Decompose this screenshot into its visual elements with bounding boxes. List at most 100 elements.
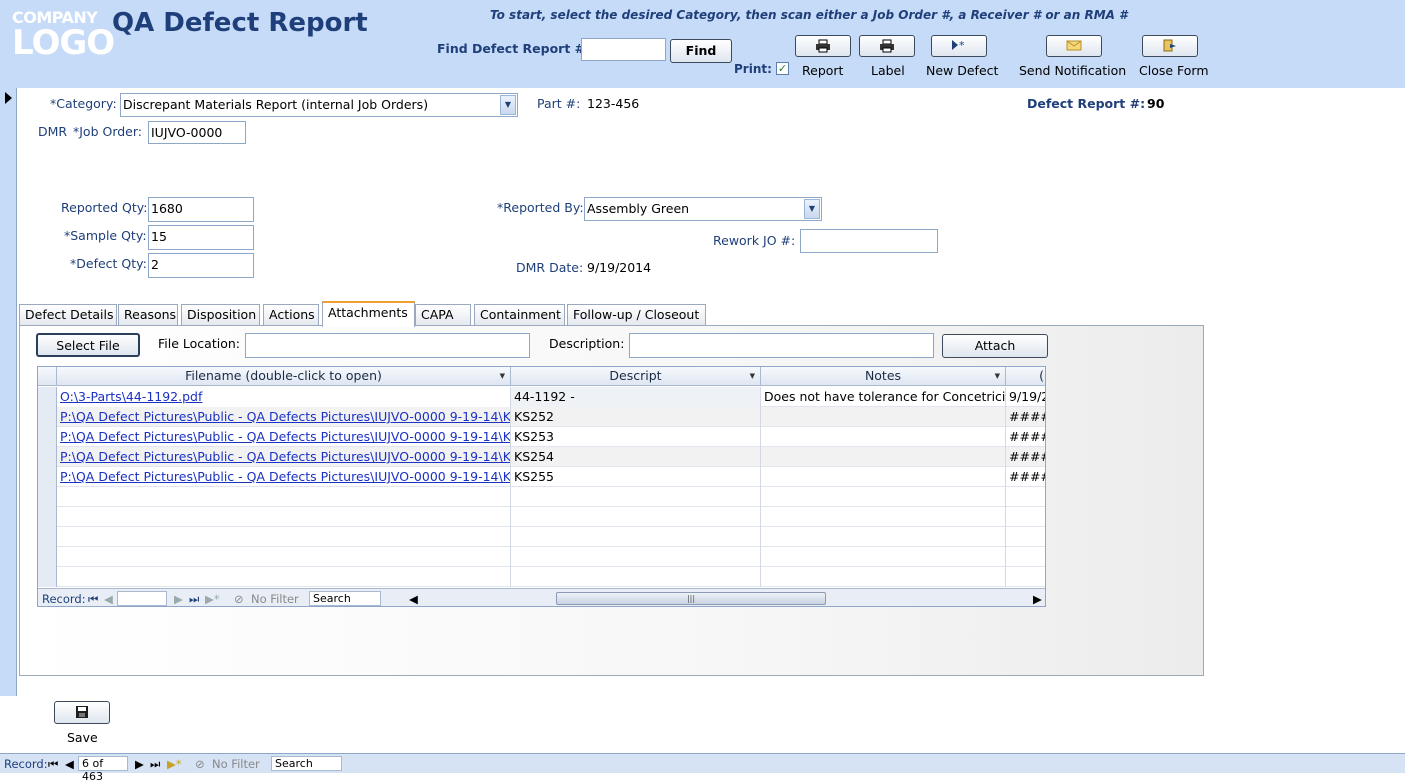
empty-cell xyxy=(761,567,1006,587)
descript-cell[interactable]: KS254 xyxy=(511,447,761,467)
printer-icon xyxy=(816,39,830,53)
filename-cell[interactable]: P:\QA Defect Pictures\Public - QA Defect… xyxy=(57,427,511,447)
record-number-input[interactable] xyxy=(117,591,167,606)
new-record-icon[interactable]: ▶* xyxy=(205,592,220,606)
horizontal-scrollbar-thumb[interactable]: ||| xyxy=(556,592,826,605)
sort-dropdown-icon[interactable]: ▼ xyxy=(995,367,1000,385)
filter-icon[interactable]: ⊘ xyxy=(195,757,205,771)
table-row[interactable]: P:\QA Defect Pictures\Public - QA Defect… xyxy=(38,407,1045,427)
next-record-icon[interactable]: ▶ xyxy=(174,592,183,606)
table-row[interactable]: P:\QA Defect Pictures\Public - QA Defect… xyxy=(38,467,1045,487)
date-cell[interactable]: ##### xyxy=(1006,447,1045,467)
new-defect-button[interactable]: * xyxy=(931,35,987,57)
sample-qty-input[interactable]: 15 xyxy=(148,225,254,250)
rework-jo-input[interactable] xyxy=(800,229,938,253)
filename-cell[interactable]: O:\3-Parts\44-1192.pdf xyxy=(57,387,511,407)
defect-qty-input[interactable]: 2 xyxy=(148,253,254,278)
table-row[interactable]: O:\3-Parts\44-1192.pdf 44-1192 - Does no… xyxy=(38,387,1045,407)
category-dropdown[interactable]: Discrepant Materials Report (internal Jo… xyxy=(120,93,518,117)
previous-record-icon[interactable]: ◀ xyxy=(104,592,113,606)
row-selector[interactable] xyxy=(38,467,57,487)
find-defect-input[interactable] xyxy=(581,38,666,61)
table-row[interactable]: P:\QA Defect Pictures\Public - QA Defect… xyxy=(38,447,1045,467)
last-record-icon[interactable]: ⏭ xyxy=(150,757,160,772)
row-selector[interactable] xyxy=(38,427,57,447)
notes-cell[interactable] xyxy=(761,427,1006,447)
last-record-icon[interactable]: ⏭ xyxy=(189,592,199,606)
chevron-down-icon[interactable]: ▼ xyxy=(804,199,820,219)
first-record-icon[interactable]: ⏮ xyxy=(48,757,58,772)
first-record-icon[interactable]: ⏮ xyxy=(88,592,98,606)
column-header-notes[interactable]: Notes ▼ xyxy=(761,367,1006,386)
reported-qty-input[interactable]: 1680 xyxy=(148,197,254,222)
record-selector[interactable] xyxy=(0,88,17,696)
reported-by-value: Assembly Green xyxy=(587,201,690,216)
scroll-right-icon[interactable]: ▶ xyxy=(1033,592,1042,606)
filename-cell[interactable]: P:\QA Defect Pictures\Public - QA Defect… xyxy=(57,447,511,467)
descript-cell[interactable]: KS252 xyxy=(511,407,761,427)
file-location-input[interactable] xyxy=(245,333,530,358)
new-record-icon[interactable]: ▶* xyxy=(167,757,182,771)
record-number-input[interactable]: 6 of 463 xyxy=(78,756,128,783)
svg-text:*: * xyxy=(959,39,965,51)
reported-by-dropdown[interactable]: Assembly Green ▼ xyxy=(584,197,822,221)
date-cell[interactable]: ##### xyxy=(1006,407,1045,427)
row-selector[interactable] xyxy=(38,407,57,427)
date-cell[interactable]: ##### xyxy=(1006,467,1045,487)
close-form-button[interactable] xyxy=(1142,35,1198,57)
row-selector[interactable] xyxy=(38,447,57,467)
descript-cell[interactable]: KS255 xyxy=(511,467,761,487)
filename-cell[interactable]: P:\QA Defect Pictures\Public - QA Defect… xyxy=(57,467,511,487)
job-order-input[interactable]: IUJVO-0000 xyxy=(148,121,246,144)
filename-cell[interactable]: P:\QA Defect Pictures\Public - QA Defect… xyxy=(57,407,511,427)
notes-cell[interactable] xyxy=(761,467,1006,487)
tab-containment[interactable]: Containment xyxy=(474,304,565,326)
column-header-descript[interactable]: Descript ▼ xyxy=(511,367,761,386)
column-header-filename[interactable]: Filename (double-click to open) ▼ xyxy=(57,367,511,386)
tab-disposition[interactable]: Disposition xyxy=(181,304,260,326)
table-row[interactable]: P:\QA Defect Pictures\Public - QA Defect… xyxy=(38,427,1045,447)
descript-cell[interactable]: KS253 xyxy=(511,427,761,447)
no-filter-label[interactable]: No Filter xyxy=(251,592,299,606)
select-all-cell[interactable] xyxy=(38,367,57,386)
grid-search-input[interactable]: Search xyxy=(309,591,381,606)
column-header-date[interactable]: ( xyxy=(1006,367,1045,386)
find-button[interactable]: Find xyxy=(670,39,732,63)
empty-cell xyxy=(761,547,1006,567)
tab-attachments[interactable]: Attachments xyxy=(322,301,415,327)
empty-row xyxy=(38,547,1045,567)
filter-icon[interactable]: ⊘ xyxy=(234,592,244,606)
date-cell[interactable]: ##### xyxy=(1006,427,1045,447)
sort-dropdown-icon[interactable]: ▼ xyxy=(500,367,505,385)
record-navigation-bar: Record: ⏮ ◀ 6 of 463 ▶ ⏭ ▶* ⊘ No Filter … xyxy=(0,753,1405,783)
subform-navigation-bar: Record: ⏮ ◀ ▶ ⏭ ▶* ⊘ No Filter Search ◀ … xyxy=(38,588,1045,606)
previous-record-icon[interactable]: ◀ xyxy=(65,757,74,771)
chevron-down-icon[interactable]: ▼ xyxy=(500,95,516,115)
form-search-input[interactable]: Search xyxy=(271,756,342,771)
select-file-button[interactable]: Select File xyxy=(36,333,140,357)
tab-capa[interactable]: CAPA xyxy=(415,304,471,326)
label-button[interactable] xyxy=(859,35,915,57)
attach-button[interactable]: Attach xyxy=(942,334,1048,358)
sort-dropdown-icon[interactable]: ▼ xyxy=(750,367,755,385)
description-input[interactable] xyxy=(629,333,934,358)
no-filter-label[interactable]: No Filter xyxy=(212,757,260,771)
descript-cell[interactable]: 44-1192 - xyxy=(511,387,761,407)
notes-cell[interactable] xyxy=(761,447,1006,467)
save-button[interactable] xyxy=(54,701,110,724)
tab-follow-up-closeout[interactable]: Follow-up / Closeout xyxy=(567,304,706,326)
report-button[interactable] xyxy=(795,35,851,57)
print-checkbox[interactable]: ✓ xyxy=(776,62,789,75)
tab-actions[interactable]: Actions xyxy=(263,304,319,326)
notes-cell[interactable]: Does not have tolerance for Concetricit xyxy=(761,387,1006,407)
tab-defect-details[interactable]: Defect Details xyxy=(19,304,117,326)
tab-reasons[interactable]: Reasons xyxy=(118,304,178,326)
scroll-left-icon[interactable]: ◀ xyxy=(409,592,418,606)
send-notification-button[interactable] xyxy=(1046,35,1102,57)
column-header-notes-label: Notes xyxy=(864,368,902,383)
next-record-icon[interactable]: ▶ xyxy=(135,757,144,771)
notes-cell[interactable] xyxy=(761,407,1006,427)
defect-report-number-value: 90 xyxy=(1147,96,1165,111)
row-selector[interactable] xyxy=(38,387,57,407)
date-cell[interactable]: 9/19/2 xyxy=(1006,387,1045,407)
